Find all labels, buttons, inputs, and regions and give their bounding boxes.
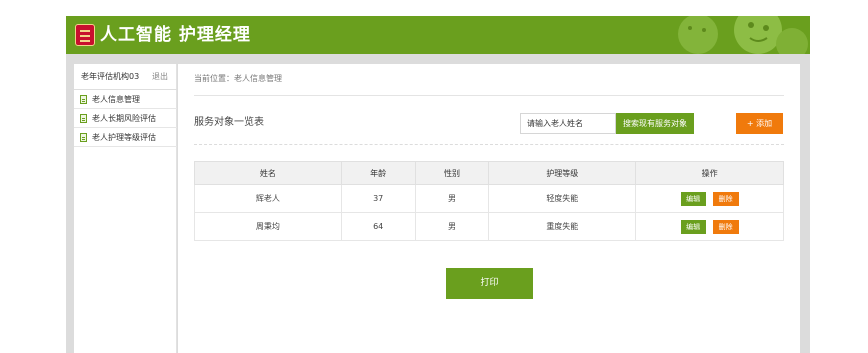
main-panel: 当前位置：老人信息管理 服务对象一览表 请输入老人姓名 搜索现有服务对象 + 添…	[178, 64, 800, 353]
column-header-name: 姓名	[194, 161, 342, 185]
cell-care-level: 轻度失能	[488, 184, 637, 213]
table-row: 周秉均 64 男 重度失能 编辑 删除	[194, 212, 784, 241]
sidebar-item-risk-assessment[interactable]: 老人长期风险评估	[74, 110, 177, 128]
divider	[194, 95, 784, 96]
app-frame: 人工智能 护理经理 老年评估机构03 退出 老人信息管理 老人长期风险评估 老人…	[66, 16, 810, 353]
table-header-row: 姓名 年龄 性别 护理等级 操作	[194, 161, 784, 185]
print-button[interactable]: 打印	[446, 268, 533, 299]
divider	[194, 144, 784, 145]
document-icon	[80, 95, 87, 104]
cell-actions: 编辑 删除	[635, 212, 784, 241]
column-header-gender: 性别	[414, 161, 490, 185]
sidebar-item-label: 老人长期风险评估	[92, 114, 156, 123]
app-title: 人工智能 护理经理	[100, 25, 251, 45]
mascot-decoration-icon	[678, 16, 808, 54]
org-row: 老年评估机构03 退出	[74, 64, 177, 90]
cell-name: 辉老人	[194, 184, 342, 213]
search-input[interactable]: 请输入老人姓名	[520, 113, 616, 134]
search-button[interactable]: 搜索现有服务对象	[616, 113, 694, 134]
sidebar: 老年评估机构03 退出 老人信息管理 老人长期风险评估 老人护理等级评估	[74, 64, 177, 353]
edit-button[interactable]: 编辑	[680, 191, 706, 206]
cell-gender: 男	[414, 212, 490, 241]
edit-button[interactable]: 编辑	[680, 219, 706, 234]
logo-icon	[75, 24, 95, 46]
header-bar: 人工智能 护理经理	[66, 16, 810, 54]
delete-button[interactable]: 删除	[712, 219, 739, 234]
cell-actions: 编辑 删除	[635, 184, 784, 213]
column-header-actions: 操作	[635, 161, 784, 185]
cell-age: 37	[340, 184, 416, 213]
document-icon	[80, 114, 87, 123]
document-icon	[80, 133, 87, 142]
org-name: 老年评估机构03	[81, 72, 140, 81]
cell-care-level: 重度失能	[488, 212, 637, 241]
table-row: 辉老人 37 男 轻度失能 编辑 删除	[194, 184, 784, 213]
cell-gender: 男	[414, 184, 490, 213]
cell-name: 周秉均	[194, 212, 342, 241]
sidebar-item-label: 老人信息管理	[92, 95, 140, 104]
logout-link[interactable]: 退出	[152, 64, 168, 90]
cell-age: 64	[340, 212, 416, 241]
breadcrumb: 当前位置：老人信息管理	[194, 74, 282, 83]
sidebar-item-care-level[interactable]: 老人护理等级评估	[74, 129, 177, 147]
delete-button[interactable]: 删除	[712, 191, 739, 206]
column-header-care-level: 护理等级	[488, 161, 637, 185]
add-button[interactable]: + 添加	[736, 113, 783, 134]
elder-table: 姓名 年龄 性别 护理等级 操作 辉老人 37 男 轻度失能 编辑 删除 周秉均…	[194, 161, 784, 241]
sidebar-item-label: 老人护理等级评估	[92, 133, 156, 142]
column-header-age: 年龄	[340, 161, 416, 185]
page-title: 服务对象一览表	[194, 117, 264, 128]
sidebar-item-elder-info[interactable]: 老人信息管理	[74, 91, 177, 109]
